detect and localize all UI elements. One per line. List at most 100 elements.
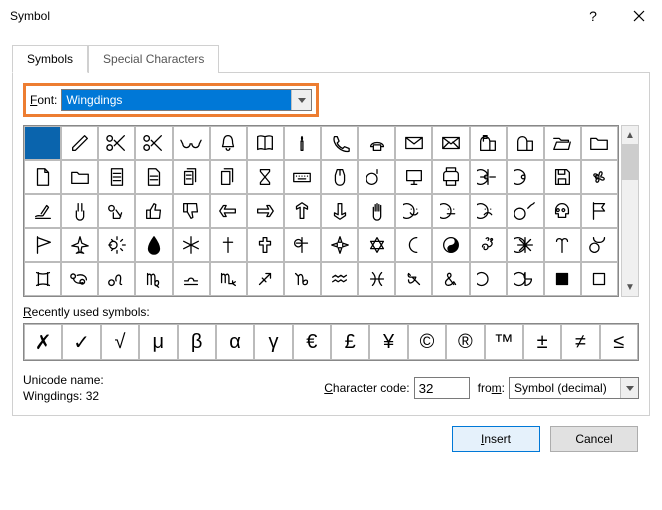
recent-symbol[interactable]: β [178,324,216,360]
symbol-cell-folder[interactable] [581,126,618,160]
symbol-cell-plane[interactable] [61,228,98,262]
symbol-cell-docs[interactable] [173,160,210,194]
symbol-cell-taurus[interactable] [581,228,618,262]
symbol-cell-cross-malta[interactable] [321,228,358,262]
symbol-cell-cross-celtic[interactable] [284,228,321,262]
help-button[interactable]: ? [570,0,616,32]
tab-symbols[interactable]: Symbols [12,45,88,73]
insert-button[interactable]: Insert [452,426,540,452]
symbol-cell-disk2[interactable] [507,160,544,194]
symbol-cell-cross-outline[interactable] [247,228,284,262]
symbol-cell-drop[interactable] [135,228,172,262]
symbol-cell-printer[interactable] [432,160,469,194]
symbol-cell-square2[interactable] [581,262,618,296]
symbol-cell-folder2[interactable] [61,160,98,194]
font-dropdown-button[interactable] [291,90,311,110]
symbol-cell-smile[interactable] [395,194,432,228]
symbol-cell-file[interactable] [24,160,61,194]
symbol-cell-leo[interactable] [98,262,135,296]
scroll-up[interactable]: ▲ [622,126,638,144]
symbol-cell-yinyang[interactable] [432,228,469,262]
recent-symbol[interactable]: ≤ [600,324,638,360]
recent-symbol[interactable]: μ [139,324,177,360]
symbol-cell-hourglass[interactable] [247,160,284,194]
symbol-cell-wheel[interactable] [507,228,544,262]
symbol-cell-circ2[interactable] [507,262,544,296]
symbol-cell-sun[interactable] [98,228,135,262]
font-combo[interactable]: Wingdings [61,89,312,111]
symbol-cell-square[interactable] [544,262,581,296]
symbol-cell-aquarius[interactable] [321,262,358,296]
symbol-cell-doc[interactable] [98,160,135,194]
recent-symbol[interactable]: ™ [485,324,523,360]
symbol-cell-hand-v[interactable] [61,194,98,228]
symbol-cell-book[interactable] [247,126,284,160]
cancel-button[interactable]: Cancel [550,426,638,452]
recent-symbol[interactable]: © [408,324,446,360]
symbol-cell-hand-write[interactable] [24,194,61,228]
symbol-cell-frown[interactable] [470,194,507,228]
symbol-cell-pc[interactable] [395,160,432,194]
scroll-thumb[interactable] [622,144,638,180]
symbol-cell-amp[interactable] [432,262,469,296]
symbol-cell-neutral[interactable] [432,194,469,228]
symbol-cell-circ1[interactable] [470,262,507,296]
recent-symbol[interactable]: ± [523,324,561,360]
symbol-cell-blank[interactable] [24,126,61,160]
symbol-cell-scorpio[interactable] [210,262,247,296]
from-dropdown-button[interactable] [620,378,638,398]
symbol-cell-scissors2[interactable] [135,126,172,160]
symbol-cell-sagittarius[interactable] [247,262,284,296]
symbol-cell-hand-up[interactable] [284,194,321,228]
symbol-cell-envelope[interactable] [395,126,432,160]
symbol-cell-bell[interactable] [210,126,247,160]
symbol-cell-crescent[interactable] [395,228,432,262]
symbol-cell-floppy[interactable] [544,160,581,194]
symbol-cell-phone[interactable] [321,126,358,160]
symbol-cell-cross-latin[interactable] [210,228,247,262]
symbol-cell-envelope2[interactable] [432,126,469,160]
symbol-cell-om[interactable] [470,228,507,262]
symbol-cell-pencil[interactable] [61,126,98,160]
symbol-cell-trackball[interactable] [358,160,395,194]
symbol-cell-capricorn[interactable] [284,262,321,296]
symbol-cell-mouse[interactable] [321,160,358,194]
symbol-cell-pisces[interactable] [358,262,395,296]
symbol-cell-aries[interactable] [544,228,581,262]
symbol-cell-scissors[interactable] [98,126,135,160]
symbol-cell-hand-stop[interactable] [358,194,395,228]
symbol-cell-doc2[interactable] [135,160,172,194]
charcode-input[interactable] [414,377,470,399]
symbol-cell-keyboard[interactable] [284,160,321,194]
recent-symbol[interactable]: ¥ [369,324,407,360]
symbol-cell-folder-open[interactable] [544,126,581,160]
grid-scrollbar[interactable]: ▲ ▼ [621,125,639,297]
symbol-cell-mailbox[interactable] [470,126,507,160]
symbol-cell-fan[interactable] [581,160,618,194]
symbol-cell-docs2[interactable] [210,160,247,194]
close-button[interactable] [616,0,662,32]
symbol-cell-snow[interactable] [173,228,210,262]
symbol-cell-gemini[interactable] [24,262,61,296]
symbol-cell-disk1[interactable] [470,160,507,194]
symbol-cell-candle[interactable] [284,126,321,160]
symbol-cell-pennant[interactable] [24,228,61,262]
from-combo[interactable]: Symbol (decimal) [509,377,639,399]
symbol-cell-phone2[interactable] [358,126,395,160]
scroll-down[interactable]: ▼ [622,278,638,296]
recent-symbol[interactable]: γ [254,324,292,360]
symbol-cell-et[interactable] [395,262,432,296]
symbol-cell-libra[interactable] [173,262,210,296]
symbol-cell-thumb-down[interactable] [173,194,210,228]
recent-symbol[interactable]: ✗ [24,324,62,360]
symbol-cell-star-david[interactable] [358,228,395,262]
symbol-cell-mailbox2[interactable] [507,126,544,160]
symbol-cell-cancer[interactable] [61,262,98,296]
symbol-cell-glasses[interactable] [173,126,210,160]
symbol-cell-skull[interactable] [544,194,581,228]
symbol-cell-hand-down[interactable] [321,194,358,228]
symbol-cell-hand-ok[interactable] [98,194,135,228]
symbol-cell-flag[interactable] [581,194,618,228]
recent-symbol[interactable]: € [293,324,331,360]
recent-symbol[interactable]: £ [331,324,369,360]
